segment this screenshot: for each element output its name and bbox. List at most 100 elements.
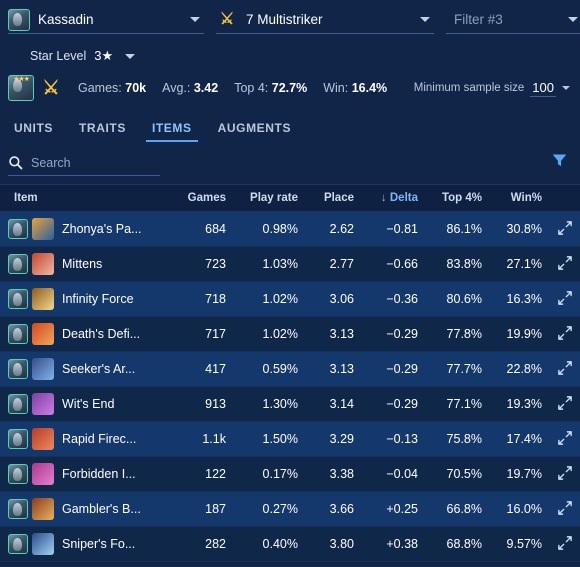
expand-cell[interactable]: [542, 290, 572, 308]
table-row[interactable]: Zhonya's Pa... 684 0.98% 2.62 −0.81 86.1% 30.8…: [0, 212, 580, 247]
stat-avg-label: Avg.:: [162, 81, 191, 95]
item-name: Zhonya's Pa...: [62, 222, 142, 236]
third-filter-select[interactable]: Filter #3: [446, 6, 580, 34]
item-cell: Rapid Firec...: [8, 428, 170, 450]
top4-cell: 70.5%: [446, 467, 482, 481]
item-icon: [32, 358, 54, 380]
expand-arrows-icon[interactable]: [558, 500, 572, 518]
expand-arrows-icon[interactable]: [558, 395, 572, 413]
unit-portrait-icon: [8, 324, 28, 344]
item-icon: [32, 463, 54, 485]
expand-cell[interactable]: [542, 465, 572, 483]
star-level-select[interactable]: Star Level 3★: [30, 43, 580, 69]
games-cell: 913: [205, 397, 226, 411]
column-header-place[interactable]: Place: [298, 192, 354, 204]
delta-cell: −0.29: [386, 362, 418, 376]
win-cell: 22.8%: [506, 362, 542, 376]
top4-cell: 66.8%: [446, 502, 482, 516]
expand-arrows-icon[interactable]: [558, 430, 572, 448]
play-rate-cell: 1.02%: [262, 327, 298, 341]
trait-filter-select[interactable]: ⚔ 7 Multistriker: [216, 6, 434, 34]
expand-arrows-icon[interactable]: [558, 465, 572, 483]
play-rate-cell: 0.17%: [262, 467, 298, 481]
expand-arrows-icon[interactable]: [558, 255, 572, 273]
item-cell: Seeker's Ar...: [8, 358, 170, 380]
win-cell: 16.0%: [506, 502, 542, 516]
expand-cell[interactable]: [542, 535, 572, 553]
top4-cell: 77.7%: [446, 362, 482, 376]
tab-traits[interactable]: TRAITS: [79, 121, 126, 142]
table-row[interactable]: Sniper's Fo... 282 0.40% 3.80 +0.38 68.8% 9.57…: [0, 527, 580, 562]
column-header-win[interactable]: Win%: [482, 192, 542, 204]
search-field[interactable]: [8, 150, 160, 176]
table-row[interactable]: Rapid Firec... 1.1k 1.50% 3.29 −0.13 75.8% 17.…: [0, 422, 580, 457]
expand-cell[interactable]: [542, 430, 572, 448]
delta-cell: −0.29: [386, 327, 418, 341]
filter-funnel-icon[interactable]: [551, 152, 568, 174]
games-cell: 187: [205, 502, 226, 516]
tab-bar: UNITS TRAITS ITEMS AUGMENTS: [0, 108, 580, 142]
stat-top4-label: Top 4:: [234, 81, 269, 95]
expand-cell[interactable]: [542, 360, 572, 378]
delta-cell: −0.13: [386, 432, 418, 446]
item-icon: [32, 323, 54, 345]
expand-arrows-icon[interactable]: [558, 220, 572, 238]
expand-arrows-icon[interactable]: [558, 325, 572, 343]
win-cell: 19.3%: [506, 397, 542, 411]
column-header-delta[interactable]: ↓ Delta: [354, 192, 418, 204]
chevron-down-icon: [568, 17, 578, 22]
place-cell: 3.14: [329, 397, 354, 411]
search-input[interactable]: [31, 155, 141, 170]
top4-cell: 75.8%: [446, 432, 482, 446]
games-cell: 684: [205, 222, 226, 236]
tab-augments[interactable]: AUGMENTS: [218, 121, 291, 142]
expand-arrows-icon[interactable]: [558, 360, 572, 378]
unit-portrait-icon: [8, 8, 30, 31]
place-cell: 3.80: [329, 537, 354, 551]
table-row[interactable]: Forbidden I... 122 0.17% 3.38 −0.04 70.5% 19.7…: [0, 457, 580, 492]
stats-bar: ★★★ ⚔ Games: 70k Avg.: 3.42 Top 4: 72.7%…: [0, 68, 580, 108]
expand-arrows-icon[interactable]: [558, 290, 572, 308]
column-header-item[interactable]: Item: [8, 192, 170, 204]
multistriker-trait-icon: ⚔: [42, 77, 60, 99]
item-name: Forbidden I...: [62, 467, 136, 481]
table-row[interactable]: Mittens 723 1.03% 2.77 −0.66 83.8% 27.1%: [0, 247, 580, 282]
expand-cell[interactable]: [542, 395, 572, 413]
table-row[interactable]: Gambler's B... 187 0.27% 3.66 +0.25 66.8% 16.0…: [0, 492, 580, 527]
play-rate-cell: 1.02%: [262, 292, 298, 306]
tab-units[interactable]: UNITS: [14, 121, 53, 142]
expand-cell[interactable]: [542, 500, 572, 518]
unit-portrait-icon: [8, 359, 28, 379]
minimum-sample-size-select[interactable]: Minimum sample size 100: [414, 80, 570, 97]
table-row[interactable]: Death's Defi... 717 1.02% 3.13 −0.29 77.8% 19.…: [0, 317, 580, 352]
expand-cell[interactable]: [542, 325, 572, 343]
item-name: Wit's End: [62, 397, 115, 411]
stat-win-label: Win:: [323, 81, 349, 95]
table-row[interactable]: Wit's End 913 1.30% 3.14 −0.29 77.1% 19.3%: [0, 387, 580, 422]
unit-portrait-icon: [8, 464, 28, 484]
expand-cell[interactable]: [542, 220, 572, 238]
item-icon: [32, 533, 54, 555]
table-row[interactable]: Infinity Force 718 1.02% 3.06 −0.36 80.6% 16.3…: [0, 282, 580, 317]
table-header: Item Games Play rate Place ↓ Delta Top 4…: [0, 184, 580, 212]
item-cell: Wit's End: [8, 393, 170, 415]
play-rate-cell: 0.98%: [262, 222, 298, 236]
tab-items[interactable]: ITEMS: [145, 121, 198, 142]
search-icon: [9, 156, 23, 170]
expand-cell[interactable]: [542, 255, 572, 273]
unit-portrait-icon: [8, 534, 28, 554]
item-cell: Infinity Force: [8, 288, 170, 310]
stat-top4: Top 4: 72.7%: [234, 81, 307, 95]
multistriker-trait-icon: ⚔: [219, 10, 235, 28]
table-row[interactable]: Seeker's Ar... 417 0.59% 3.13 −0.29 77.7% 22.8…: [0, 352, 580, 387]
unit-filter-select[interactable]: Kassadin: [8, 6, 204, 34]
games-cell: 282: [205, 537, 226, 551]
column-header-play-rate[interactable]: Play rate: [226, 192, 298, 204]
column-header-games[interactable]: Games: [170, 192, 226, 204]
win-cell: 17.4%: [506, 432, 542, 446]
delta-cell: +0.25: [386, 502, 418, 516]
minimum-sample-size-value: 100: [530, 79, 556, 97]
expand-arrows-icon[interactable]: [558, 535, 572, 553]
unit-filter-label: Kassadin: [38, 12, 94, 27]
column-header-top4[interactable]: Top 4%: [418, 192, 482, 204]
